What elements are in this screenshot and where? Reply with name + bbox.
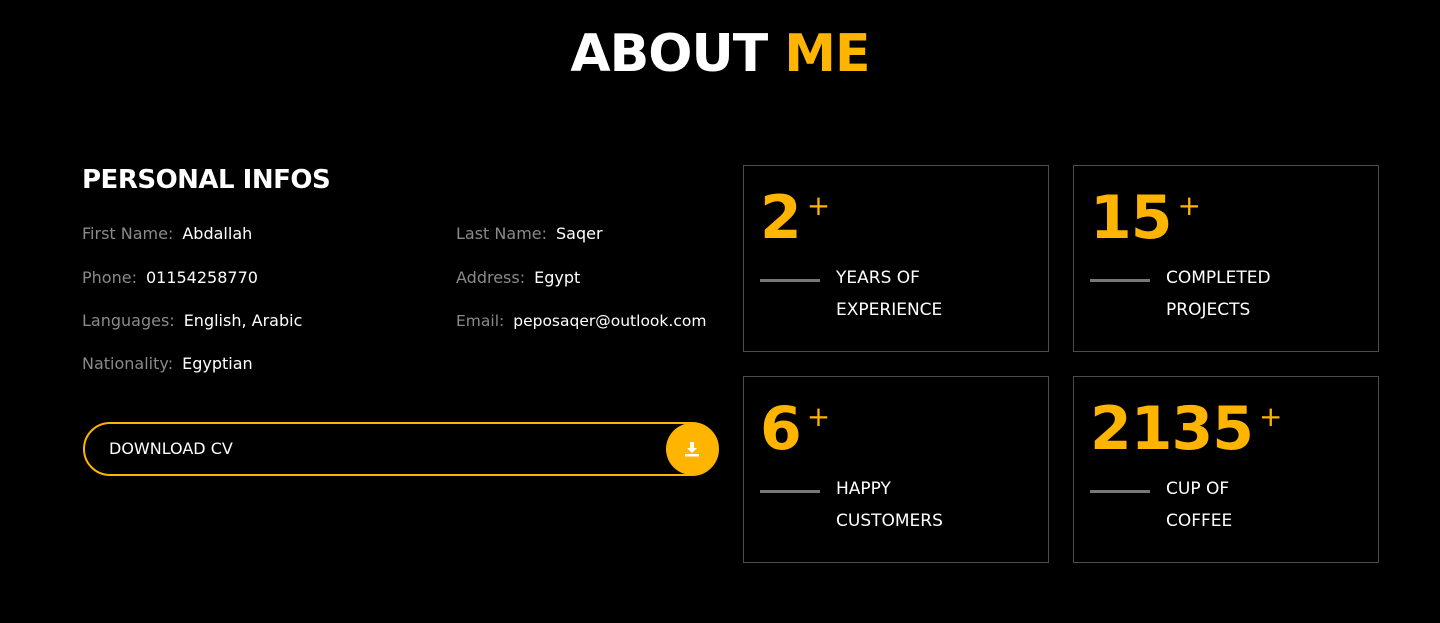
about-section: ABOUT ME PERSONAL INFOS First Name: Abdal… [0,0,1440,623]
stat-divider [1090,279,1150,282]
info-label: Email: [456,312,505,330]
stat-box-coffee: 2135 + CUP OF COFFEE [1073,376,1379,563]
stat-number: 2 + [760,183,830,253]
stat-desc-line: HAPPY [836,479,891,499]
stat-plus: + [806,400,830,433]
info-last-name: Last Name: Saqer [456,224,603,244]
info-value: Egypt [534,268,581,287]
stat-number: 2135 + [1090,394,1282,464]
info-value: Abdallah [182,224,253,243]
info-label: Languages: [82,311,175,330]
stat-desc-line: COFFEE [1166,511,1233,531]
stat-value: 2 [760,183,802,253]
stat-plus: + [1259,400,1282,433]
stat-plus: + [1177,189,1201,222]
stat-box-projects: 15 + COMPLETED PROJECTS [1073,165,1379,352]
stat-desc-line: PROJECTS [1166,300,1251,320]
info-label: First Name: [82,224,174,243]
stat-desc-line: COMPLETED [1166,268,1271,288]
stat-description: YEARS OF EXPERIENCE [836,262,942,326]
info-label: Address: [456,268,526,287]
stat-value: 15 [1090,183,1172,253]
section-title-accent: ME [784,24,870,84]
info-value: Egyptian [182,354,253,373]
info-value: 01154258770 [145,268,258,287]
stat-description: COMPLETED PROJECTS [1166,262,1271,326]
stat-description: CUP OF COFFEE [1166,473,1232,537]
stat-desc-line: CUSTOMERS [836,511,943,531]
info-first-name: First Name: Abdallah [82,224,252,244]
download-cv-label: DOWNLOAD CV [109,439,233,458]
stat-value: 2135 [1090,394,1254,464]
stat-desc-line: EXPERIENCE [836,300,943,320]
info-label: Last Name: [456,224,548,243]
info-languages: Languages: English, Arabic [82,311,302,331]
stat-number: 6 + [760,394,830,464]
stat-description: HAPPY CUSTOMERS [836,473,943,537]
download-icon [666,423,718,475]
stat-box-customers: 6 + HAPPY CUSTOMERS [743,376,1049,563]
info-phone: Phone: 01154258770 [82,268,258,288]
stat-desc-line: YEARS OF [836,268,920,288]
info-value: Saqer [556,224,603,243]
stat-desc-line: CUP OF [1166,479,1230,499]
stat-plus: + [806,189,830,222]
info-email: Email: peposaqer@outlook.com [456,311,706,331]
stat-divider [1090,490,1150,493]
info-address: Address: Egypt [456,268,580,288]
info-nationality: Nationality: Egyptian [82,354,253,374]
stat-divider [760,279,820,282]
stat-divider [760,490,820,493]
personal-infos-title: PERSONAL INFOS [82,165,331,195]
download-cv-button[interactable]: DOWNLOAD CV [83,422,719,476]
stat-value: 6 [760,394,802,464]
stat-number: 15 + [1090,183,1201,253]
info-value: peposaqer@outlook.com [513,312,707,330]
info-label: Nationality: [82,354,174,373]
stat-box-experience: 2 + YEARS OF EXPERIENCE [743,165,1049,352]
info-label: Phone: [82,268,137,287]
section-title-main: ABOUT [570,24,768,84]
info-value: English, Arabic [183,311,303,330]
section-title: ABOUT ME [0,24,1440,84]
